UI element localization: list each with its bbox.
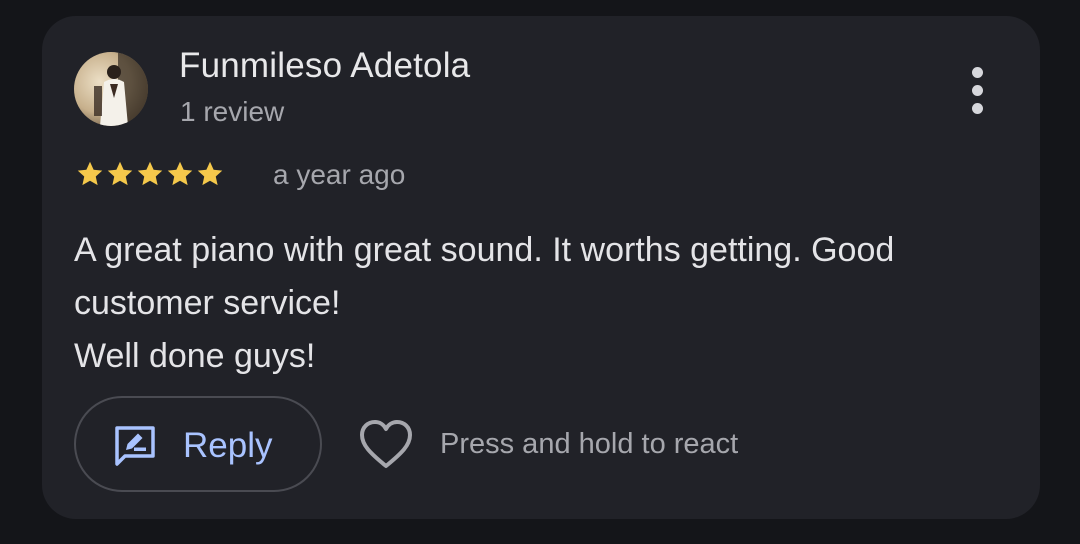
reviewer-review-count: 1 review bbox=[180, 96, 285, 127]
more-vert-icon-dot bbox=[971, 84, 983, 96]
heart-outline-icon bbox=[360, 420, 412, 468]
star-icon bbox=[77, 161, 103, 186]
react-hint-text: Press and hold to react bbox=[440, 428, 739, 460]
star-icon bbox=[197, 161, 223, 186]
reply-label: Reply bbox=[183, 426, 273, 465]
review-time: a year ago bbox=[273, 159, 406, 190]
review-text-line: A great piano with great sound. It worth… bbox=[74, 231, 895, 269]
reviewer-name[interactable]: Funmileso Adetola bbox=[179, 46, 470, 86]
more-options-button[interactable] bbox=[958, 60, 996, 120]
review-text: A great piano with great sound. It worth… bbox=[74, 224, 1004, 383]
review-text-line: Well done guys! bbox=[74, 337, 316, 375]
star-rating bbox=[75, 159, 225, 189]
star-icon bbox=[167, 161, 193, 186]
more-vert-icon-dot bbox=[971, 102, 983, 114]
review-card: Funmileso Adetola 1 review a year ago A … bbox=[42, 16, 1040, 519]
heart-react-button[interactable] bbox=[358, 418, 414, 472]
star-icon bbox=[107, 161, 133, 186]
review-text-line: customer service! bbox=[74, 284, 341, 322]
rate-review-icon bbox=[112, 423, 158, 469]
avatar[interactable] bbox=[74, 52, 148, 126]
star-icon bbox=[137, 161, 163, 186]
reply-button[interactable]: Reply bbox=[74, 396, 322, 492]
more-vert-icon bbox=[971, 66, 983, 78]
